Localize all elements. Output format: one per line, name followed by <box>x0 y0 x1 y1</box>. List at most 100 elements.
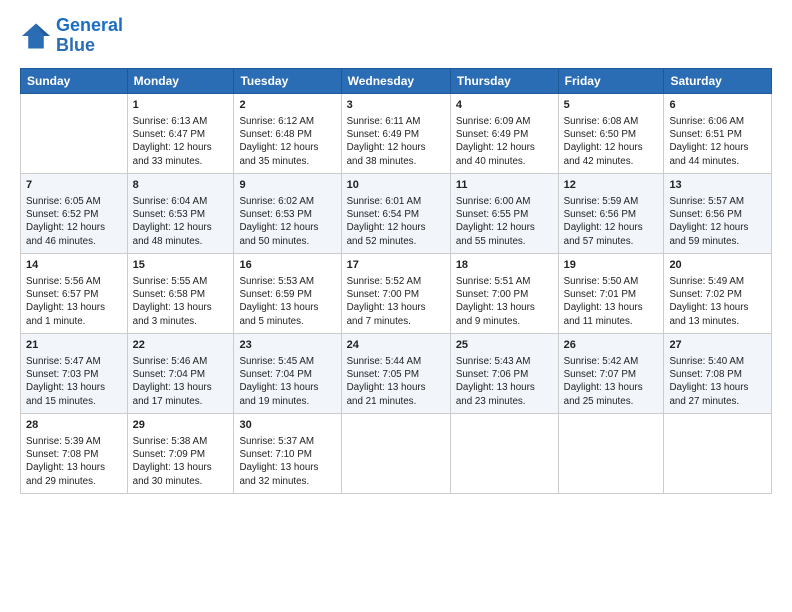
calendar-cell <box>558 413 664 493</box>
cell-content: Sunrise: 6:13 AM Sunset: 6:47 PM Dayligh… <box>133 115 229 168</box>
day-number: 2 <box>239 98 335 113</box>
day-number: 18 <box>456 258 553 273</box>
cell-content: Sunrise: 5:49 AM Sunset: 7:02 PM Dayligh… <box>669 275 766 328</box>
cell-content: Sunrise: 6:06 AM Sunset: 6:51 PM Dayligh… <box>669 115 766 168</box>
day-number: 8 <box>133 178 229 193</box>
calendar-cell: 10 Sunrise: 6:01 AM Sunset: 6:54 PM Dayli… <box>341 173 450 253</box>
day-number: 21 <box>26 338 122 353</box>
cell-content: Sunrise: 5:59 AM Sunset: 6:56 PM Dayligh… <box>564 195 659 248</box>
cell-content: Sunrise: 5:51 AM Sunset: 7:00 PM Dayligh… <box>456 275 553 328</box>
cell-content: Sunrise: 5:56 AM Sunset: 6:57 PM Dayligh… <box>26 275 122 328</box>
day-number: 15 <box>133 258 229 273</box>
logo-text: General Blue <box>56 16 123 56</box>
day-number: 11 <box>456 178 553 193</box>
calendar-cell: 18 Sunrise: 5:51 AM Sunset: 7:00 PM Dayli… <box>450 253 558 333</box>
day-number: 7 <box>26 178 122 193</box>
calendar-cell: 16 Sunrise: 5:53 AM Sunset: 6:59 PM Dayli… <box>234 253 341 333</box>
calendar-cell: 1 Sunrise: 6:13 AM Sunset: 6:47 PM Daylig… <box>127 93 234 173</box>
day-number: 25 <box>456 338 553 353</box>
day-number: 29 <box>133 418 229 433</box>
cell-content: Sunrise: 6:01 AM Sunset: 6:54 PM Dayligh… <box>347 195 445 248</box>
calendar-cell: 30Sunrise: 5:37 AM Sunset: 7:10 PM Dayli… <box>234 413 341 493</box>
calendar-cell: 11 Sunrise: 6:00 AM Sunset: 6:55 PM Dayli… <box>450 173 558 253</box>
calendar-cell <box>21 93 128 173</box>
day-number: 4 <box>456 98 553 113</box>
calendar-cell: 19 Sunrise: 5:50 AM Sunset: 7:01 PM Dayli… <box>558 253 664 333</box>
calendar-cell: 17 Sunrise: 5:52 AM Sunset: 7:00 PM Dayli… <box>341 253 450 333</box>
cell-content: Sunrise: 5:46 AM Sunset: 7:04 PM Dayligh… <box>133 355 229 408</box>
page: General Blue SundayMondayTuesdayWednesda… <box>0 0 792 612</box>
calendar-cell: 8 Sunrise: 6:04 AM Sunset: 6:53 PM Daylig… <box>127 173 234 253</box>
day-number: 9 <box>239 178 335 193</box>
day-number: 10 <box>347 178 445 193</box>
week-row-1: 1 Sunrise: 6:13 AM Sunset: 6:47 PM Daylig… <box>21 93 772 173</box>
day-number: 14 <box>26 258 122 273</box>
calendar-cell: 9 Sunrise: 6:02 AM Sunset: 6:53 PM Daylig… <box>234 173 341 253</box>
cell-content: Sunrise: 6:00 AM Sunset: 6:55 PM Dayligh… <box>456 195 553 248</box>
calendar-cell: 12Sunrise: 5:59 AM Sunset: 6:56 PM Dayli… <box>558 173 664 253</box>
calendar-cell: 24Sunrise: 5:44 AM Sunset: 7:05 PM Dayli… <box>341 333 450 413</box>
cell-content: Sunrise: 6:11 AM Sunset: 6:49 PM Dayligh… <box>347 115 445 168</box>
cell-content: Sunrise: 5:45 AM Sunset: 7:04 PM Dayligh… <box>239 355 335 408</box>
calendar-cell: 29Sunrise: 5:38 AM Sunset: 7:09 PM Dayli… <box>127 413 234 493</box>
calendar-cell: 23 Sunrise: 5:45 AM Sunset: 7:04 PM Dayli… <box>234 333 341 413</box>
calendar-cell: 4Sunrise: 6:09 AM Sunset: 6:49 PM Daylig… <box>450 93 558 173</box>
calendar-cell <box>341 413 450 493</box>
calendar-cell: 22Sunrise: 5:46 AM Sunset: 7:04 PM Dayli… <box>127 333 234 413</box>
cell-content: Sunrise: 5:57 AM Sunset: 6:56 PM Dayligh… <box>669 195 766 248</box>
calendar-body: 1 Sunrise: 6:13 AM Sunset: 6:47 PM Daylig… <box>21 93 772 493</box>
day-number: 30 <box>239 418 335 433</box>
calendar-cell: 26 Sunrise: 5:42 AM Sunset: 7:07 PM Dayli… <box>558 333 664 413</box>
calendar-cell: 6Sunrise: 6:06 AM Sunset: 6:51 PM Daylig… <box>664 93 772 173</box>
calendar-cell: 20 Sunrise: 5:49 AM Sunset: 7:02 PM Dayli… <box>664 253 772 333</box>
cell-content: Sunrise: 6:04 AM Sunset: 6:53 PM Dayligh… <box>133 195 229 248</box>
column-header-sunday: Sunday <box>21 68 128 93</box>
day-number: 16 <box>239 258 335 273</box>
header-row: SundayMondayTuesdayWednesdayThursdayFrid… <box>21 68 772 93</box>
column-header-tuesday: Tuesday <box>234 68 341 93</box>
day-number: 20 <box>669 258 766 273</box>
day-number: 13 <box>669 178 766 193</box>
logo-icon <box>20 22 52 50</box>
cell-content: Sunrise: 6:05 AM Sunset: 6:52 PM Dayligh… <box>26 195 122 248</box>
calendar-cell: 13 Sunrise: 5:57 AM Sunset: 6:56 PM Dayli… <box>664 173 772 253</box>
day-number: 26 <box>564 338 659 353</box>
calendar-cell: 7 Sunrise: 6:05 AM Sunset: 6:52 PM Daylig… <box>21 173 128 253</box>
logo: General Blue <box>20 16 123 56</box>
calendar-header: SundayMondayTuesdayWednesdayThursdayFrid… <box>21 68 772 93</box>
cell-content: Sunrise: 5:53 AM Sunset: 6:59 PM Dayligh… <box>239 275 335 328</box>
calendar-cell <box>450 413 558 493</box>
calendar-cell: 2 Sunrise: 6:12 AM Sunset: 6:48 PM Daylig… <box>234 93 341 173</box>
cell-content: Sunrise: 6:02 AM Sunset: 6:53 PM Dayligh… <box>239 195 335 248</box>
week-row-5: 28 Sunrise: 5:39 AM Sunset: 7:08 PM Dayli… <box>21 413 772 493</box>
day-number: 23 <box>239 338 335 353</box>
day-number: 5 <box>564 98 659 113</box>
week-row-4: 21 Sunrise: 5:47 AM Sunset: 7:03 PM Dayli… <box>21 333 772 413</box>
cell-content: Sunrise: 5:44 AM Sunset: 7:05 PM Dayligh… <box>347 355 445 408</box>
column-header-monday: Monday <box>127 68 234 93</box>
day-number: 28 <box>26 418 122 433</box>
cell-content: Sunrise: 5:39 AM Sunset: 7:08 PM Dayligh… <box>26 435 122 488</box>
calendar-cell: 25Sunrise: 5:43 AM Sunset: 7:06 PM Dayli… <box>450 333 558 413</box>
column-header-saturday: Saturday <box>664 68 772 93</box>
column-header-thursday: Thursday <box>450 68 558 93</box>
cell-content: Sunrise: 6:08 AM Sunset: 6:50 PM Dayligh… <box>564 115 659 168</box>
cell-content: Sunrise: 5:47 AM Sunset: 7:03 PM Dayligh… <box>26 355 122 408</box>
calendar-table: SundayMondayTuesdayWednesdayThursdayFrid… <box>20 68 772 494</box>
calendar-cell <box>664 413 772 493</box>
calendar-cell: 5 Sunrise: 6:08 AM Sunset: 6:50 PM Daylig… <box>558 93 664 173</box>
cell-content: Sunrise: 6:12 AM Sunset: 6:48 PM Dayligh… <box>239 115 335 168</box>
calendar-cell: 3Sunrise: 6:11 AM Sunset: 6:49 PM Daylig… <box>341 93 450 173</box>
cell-content: Sunrise: 5:55 AM Sunset: 6:58 PM Dayligh… <box>133 275 229 328</box>
cell-content: Sunrise: 5:52 AM Sunset: 7:00 PM Dayligh… <box>347 275 445 328</box>
cell-content: Sunrise: 5:42 AM Sunset: 7:07 PM Dayligh… <box>564 355 659 408</box>
day-number: 17 <box>347 258 445 273</box>
day-number: 1 <box>133 98 229 113</box>
day-number: 19 <box>564 258 659 273</box>
calendar-cell: 28 Sunrise: 5:39 AM Sunset: 7:08 PM Dayli… <box>21 413 128 493</box>
column-header-wednesday: Wednesday <box>341 68 450 93</box>
calendar-cell: 21 Sunrise: 5:47 AM Sunset: 7:03 PM Dayli… <box>21 333 128 413</box>
week-row-3: 14 Sunrise: 5:56 AM Sunset: 6:57 PM Dayli… <box>21 253 772 333</box>
cell-content: Sunrise: 5:50 AM Sunset: 7:01 PM Dayligh… <box>564 275 659 328</box>
calendar-cell: 14 Sunrise: 5:56 AM Sunset: 6:57 PM Dayli… <box>21 253 128 333</box>
